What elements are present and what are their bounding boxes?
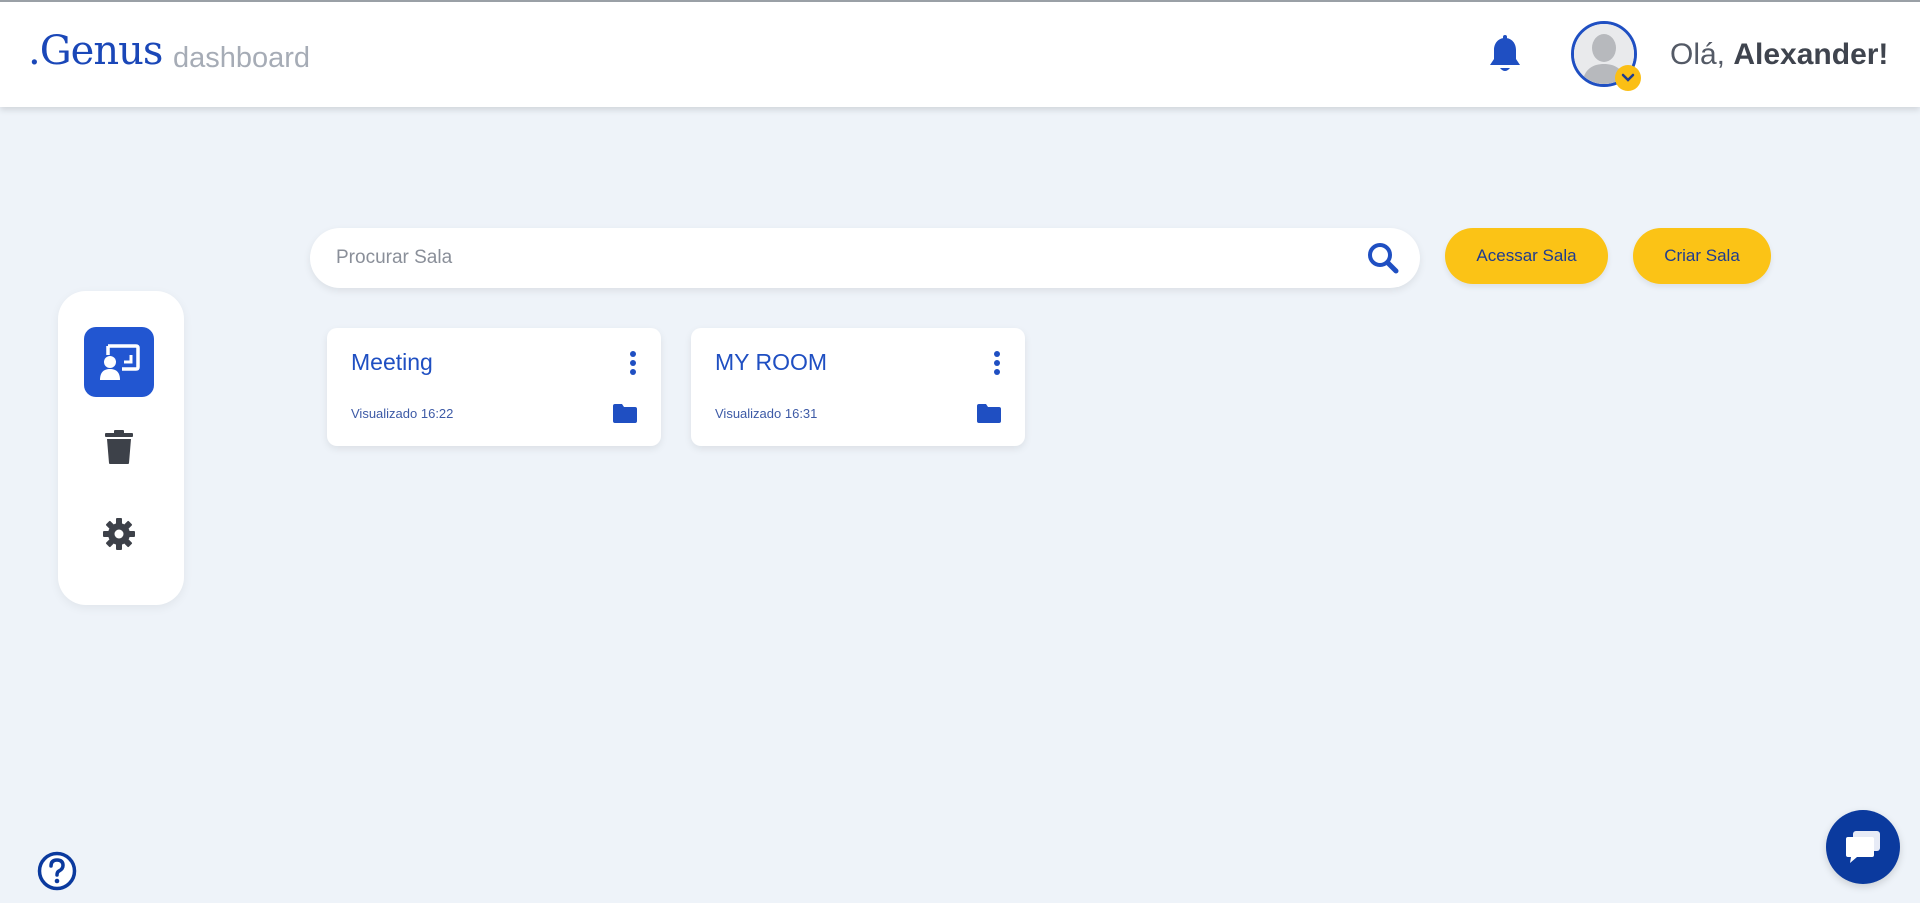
more-options-icon[interactable] <box>991 350 1003 376</box>
sidebar <box>58 291 184 605</box>
create-room-button[interactable]: Criar Sala <box>1633 228 1771 284</box>
room-search-bar <box>310 228 1420 288</box>
room-card[interactable]: Meeting Visualizado 16:22 <box>327 328 661 446</box>
notifications-bell-icon[interactable] <box>1486 35 1524 77</box>
presentation-icon <box>100 344 140 380</box>
chat-bubble-icon <box>1846 831 1880 863</box>
room-title: MY ROOM <box>715 349 828 375</box>
room-last-viewed: Visualizado 16:31 <box>715 406 818 421</box>
access-room-button[interactable]: Acessar Sala <box>1445 228 1608 284</box>
room-title: Meeting <box>351 349 433 375</box>
trash-icon <box>105 430 133 464</box>
chat-support-button[interactable] <box>1826 810 1900 884</box>
help-icon[interactable] <box>37 851 77 891</box>
user-avatar-menu[interactable] <box>1571 21 1641 91</box>
dashboard-subtitle: dashboard <box>173 42 311 74</box>
top-bar: .Genus dashboard Olá, Alexander! <box>0 0 1920 107</box>
room-last-viewed: Visualizado 16:22 <box>351 406 454 421</box>
greeting-prefix: Olá, <box>1670 38 1734 71</box>
search-input[interactable] <box>336 228 1316 288</box>
genus-logo[interactable]: .Genus <box>28 28 163 74</box>
gear-icon <box>103 518 135 550</box>
user-name: Alexander! <box>1733 38 1889 71</box>
chevron-down-icon[interactable] <box>1615 65 1641 91</box>
more-options-icon[interactable] <box>627 350 639 376</box>
sidebar-item-trash[interactable] <box>84 412 154 482</box>
search-icon[interactable] <box>1366 241 1400 275</box>
user-greeting: Olá, Alexander! <box>1670 38 1888 72</box>
sidebar-item-settings[interactable] <box>84 499 154 569</box>
sidebar-item-rooms[interactable] <box>84 327 154 397</box>
folder-icon[interactable] <box>976 402 1002 424</box>
room-card[interactable]: MY ROOM Visualizado 16:31 <box>691 328 1025 446</box>
folder-icon[interactable] <box>612 402 638 424</box>
